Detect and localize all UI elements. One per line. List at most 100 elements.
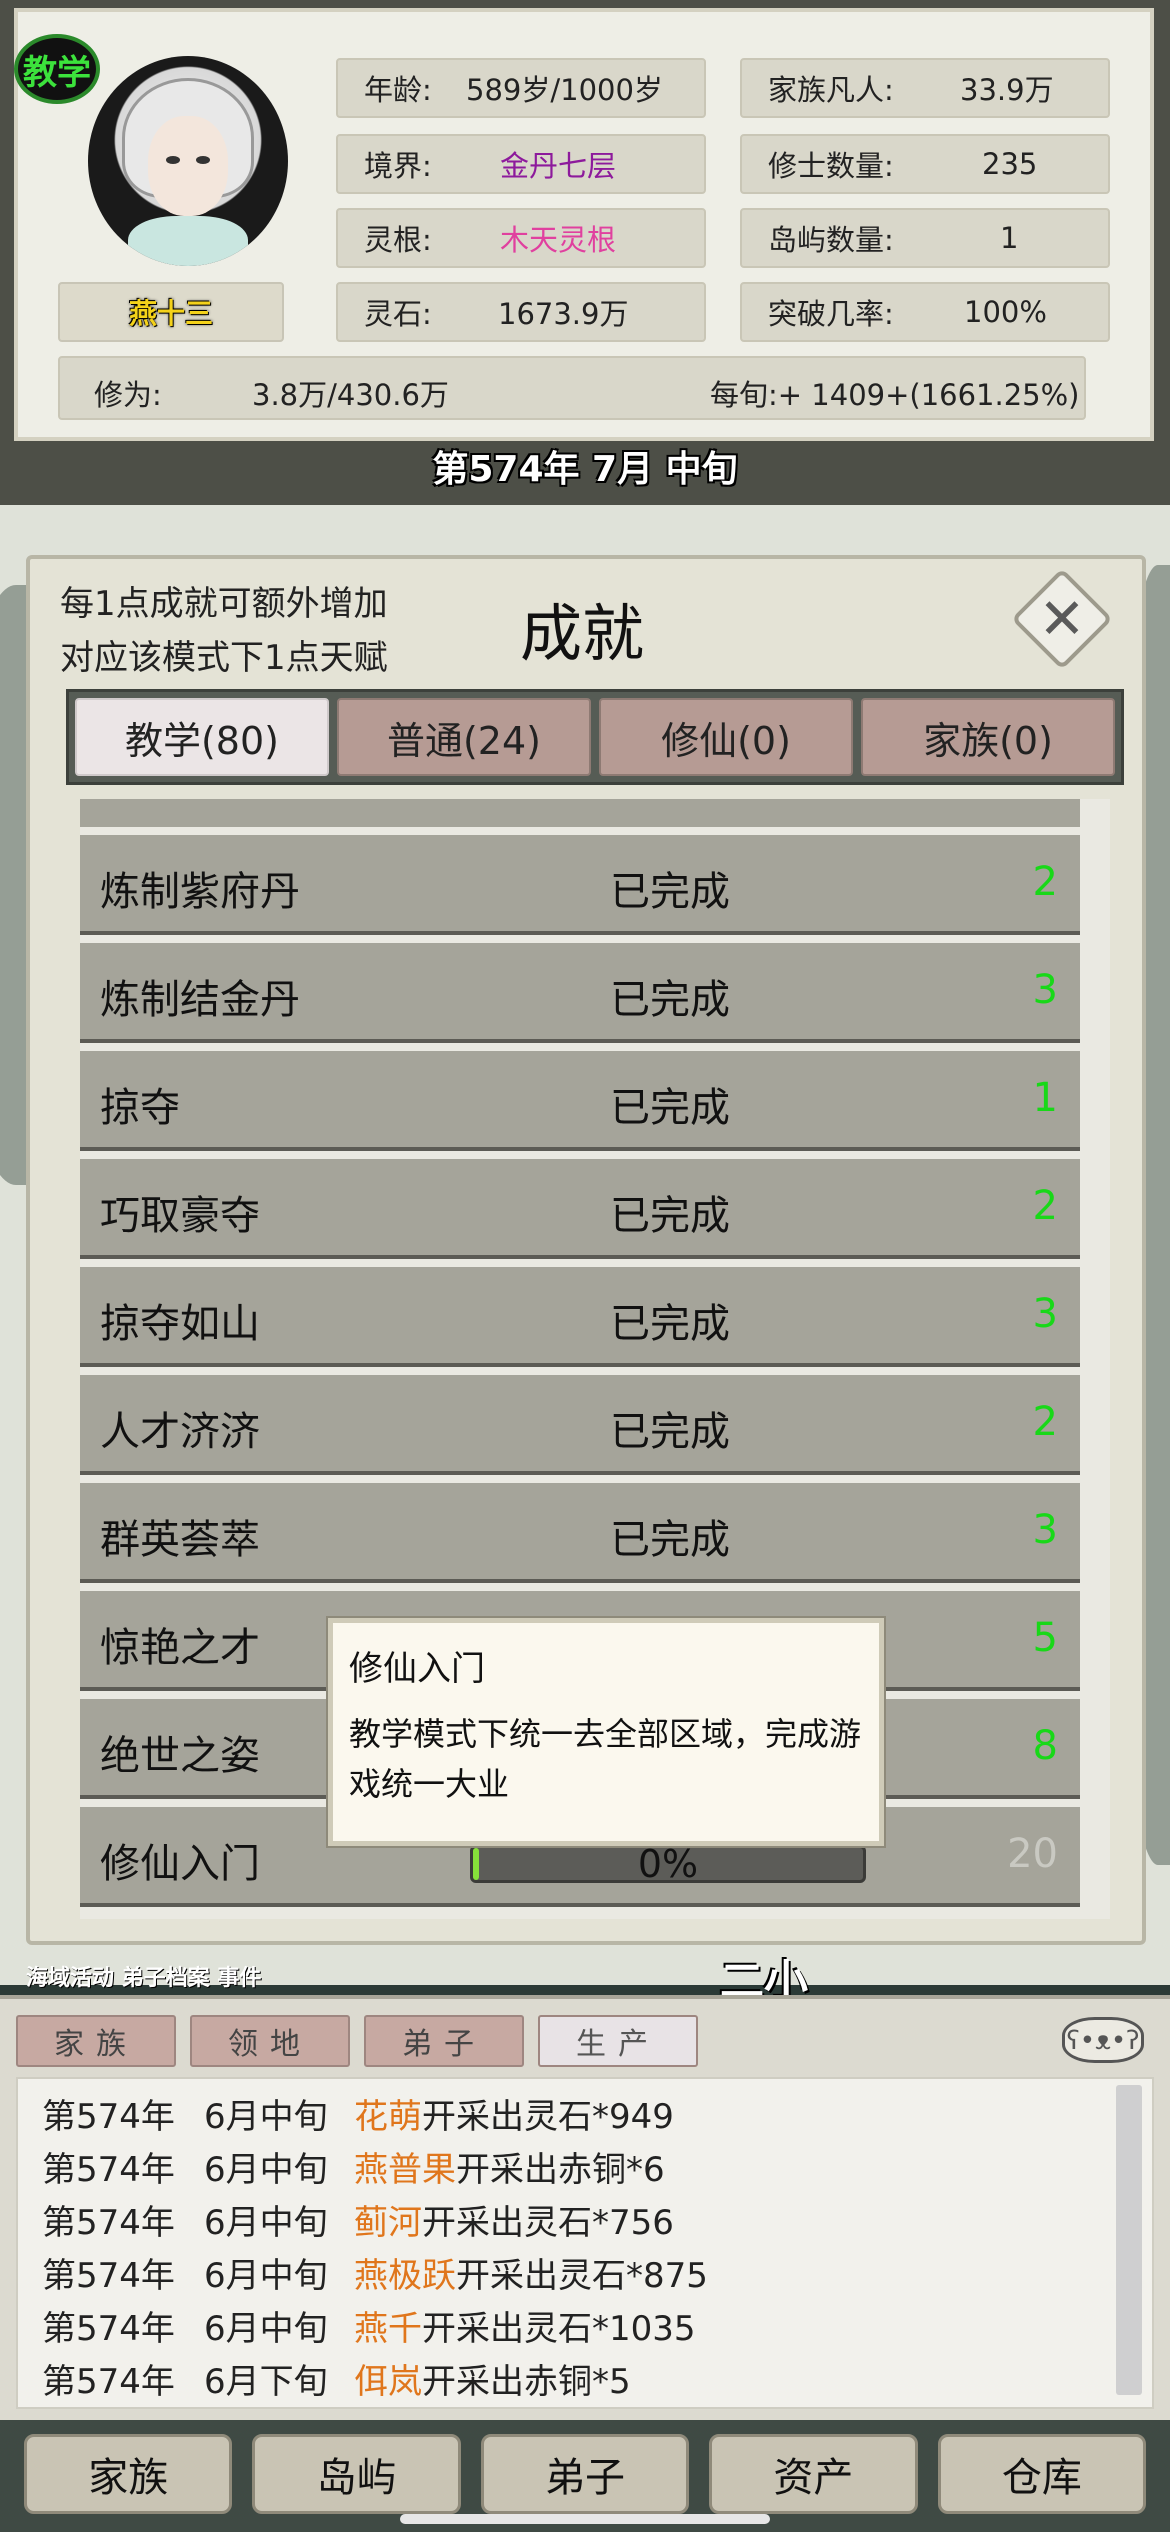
cultivation-label: 修为: (94, 378, 162, 412)
achievement-row[interactable]: 群英荟萃 已完成 3 (80, 1483, 1080, 1583)
achievement-row[interactable]: 人才济济 已完成 2 (80, 1375, 1080, 1475)
log-tab-production[interactable]: 生产 (538, 2015, 698, 2067)
nav-warehouse-button[interactable]: 仓库 (937, 2434, 1147, 2514)
per-period-gain: 每旬:+ 1409+(1661.25%) (710, 378, 1080, 412)
stat-mortals: 家族凡人: 33.9万 (740, 58, 1110, 118)
achievement-row[interactable]: 掠夺 已完成 1 (80, 1051, 1080, 1151)
achievement-name: 巧取豪夺 (100, 1193, 260, 1239)
log-period: 6月下旬 (204, 2362, 328, 2402)
achievement-row[interactable]: 炼制结金丹 已完成 3 (80, 943, 1080, 1043)
log-list[interactable]: 第574年 6月中旬 花萌开采出灵石*949 第574年 6月中旬 燕普果开采出赤铜*6… (16, 2077, 1154, 2409)
log-scrollbar[interactable] (1116, 2085, 1142, 2395)
character-avatar[interactable] (88, 56, 288, 266)
achievement-points: 5 (1032, 1615, 1058, 1661)
achievement-name: 群英荟萃 (100, 1517, 260, 1563)
log-actor: 燕千 (354, 2309, 422, 2349)
stat-breakthrough: 突破几率: 100% (740, 282, 1110, 342)
achievement-tabs: 教学(80) 普通(24) 修仙(0) 家族(0) (66, 689, 1124, 785)
avatar-eye-right (196, 156, 210, 164)
achievement-status: 已完成 (610, 977, 730, 1023)
log-period: 6月中旬 (204, 2309, 328, 2349)
tab-family[interactable]: 家族(0) (861, 698, 1115, 776)
log-year: 第574年 (42, 2203, 175, 2243)
achievement-name: 炼制紫府丹 (100, 869, 300, 915)
achievement-status: 已完成 (610, 1517, 730, 1563)
log-period: 6月中旬 (204, 2097, 328, 2137)
log-text: 开采出灵石*875 (456, 2256, 708, 2296)
stat-realm: 境界: 金丹七层 (336, 134, 706, 194)
mode-badge: 教学 (14, 34, 100, 104)
avatar-eye-left (166, 156, 180, 164)
achievement-name: 修仙入门 (100, 1841, 260, 1887)
stat-cultivators-label: 修士数量: (768, 149, 894, 183)
stat-spirit-root: 灵根: 木天灵根 (336, 208, 706, 268)
achievement-points: 2 (1032, 859, 1058, 905)
log-entry: 第574年 6月中旬 燕普果开采出赤铜*6 (42, 2142, 665, 2191)
stat-spirit-root-label: 灵根: (364, 223, 432, 257)
achievement-points: 2 (1032, 1399, 1058, 1445)
achievement-progress-bar: 0% (470, 1842, 866, 1886)
stat-spirit-stones-value: 1673.9万 (498, 297, 629, 331)
log-period: 6月中旬 (204, 2150, 328, 2190)
cultivation-value: 3.8万/430.6万 (252, 378, 449, 412)
stat-islands-label: 岛屿数量: (768, 223, 894, 257)
tab-cultivation[interactable]: 修仙(0) (599, 698, 853, 776)
stat-breakthrough-label: 突破几率: (768, 297, 894, 331)
log-actor: 花萌 (354, 2097, 422, 2137)
log-tabs: 家族 领地 弟子 生产 (16, 2015, 698, 2067)
game-date: 第574年 7月 中旬 (432, 449, 738, 490)
tab-teaching[interactable]: 教学(80) (75, 698, 329, 776)
avatar-robe (128, 216, 248, 266)
log-period: 6月中旬 (204, 2203, 328, 2243)
achievement-row[interactable]: 巧取豪夺 已完成 2 (80, 1159, 1080, 1259)
stat-breakthrough-value: 100% (964, 295, 1047, 329)
stat-islands-value: 1 (1000, 221, 1019, 255)
log-tab-territory[interactable]: 领地 (190, 2015, 350, 2067)
log-text: 开采出灵石*1035 (422, 2309, 696, 2349)
achievement-tooltip: 修仙入门 教学模式下统一去全部区域，完成游戏统一大业 (328, 1618, 884, 1846)
nav-islands-button[interactable]: 岛屿 (252, 2434, 461, 2514)
log-tab-family[interactable]: 家族 (16, 2015, 176, 2067)
log-year: 第574年 (42, 2309, 175, 2349)
koala-icon[interactable]: ʕ•ᴥ•ʔ (1062, 2017, 1144, 2063)
stat-spirit-root-value: 木天灵根 (500, 223, 617, 257)
avatar-face (148, 116, 228, 216)
log-text: 开采出灵石*756 (422, 2203, 674, 2243)
log-year: 第574年 (42, 2362, 175, 2402)
achievement-points: 1 (1032, 1075, 1058, 1121)
log-year: 第574年 (42, 2256, 175, 2296)
stat-age-value: 589岁/1000岁 (466, 73, 663, 107)
log-tab-disciples[interactable]: 弟子 (364, 2015, 524, 2067)
stat-realm-label: 境界: (364, 149, 432, 183)
map-activity-strip[interactable]: 海域活动 弟子档案 事件 (26, 1960, 261, 1992)
log-entry: 第574年 6月中旬 蓟河开采出灵石*756 (42, 2195, 674, 2244)
dialog-hint: 每1点成就可额外增加 对应该模式下1点天赋 (60, 577, 388, 685)
achievement-row[interactable]: 炼制紫府丹 已完成 2 (80, 835, 1080, 935)
log-actor: 燕极跃 (354, 2256, 456, 2296)
achievement-name: 掠夺如山 (100, 1301, 260, 1347)
log-text: 开采出灵石*949 (422, 2097, 674, 2137)
stat-spirit-stones-label: 灵石: (364, 297, 432, 331)
achievement-name: 绝世之姿 (100, 1733, 260, 1779)
nav-family-button[interactable]: 家族 (24, 2434, 233, 2514)
tooltip-title: 修仙入门 (349, 1649, 485, 1689)
progress-text: 0% (637, 1842, 699, 1886)
stat-islands: 岛屿数量: 1 (740, 208, 1110, 268)
log-entry: 第574年 6月下旬 佴岚开采出赤铜*5 (42, 2354, 631, 2403)
tooltip-description: 教学模式下统一去全部区域，完成游戏统一大业 (349, 1715, 862, 1803)
stat-age: 年龄: 589岁/1000岁 (336, 58, 706, 118)
achievement-row[interactable]: 掠夺如山 已完成 3 (80, 1267, 1080, 1367)
achievement-points: 8 (1032, 1723, 1058, 1769)
log-year: 第574年 (42, 2150, 175, 2190)
nav-disciples-button[interactable]: 弟子 (480, 2434, 690, 2514)
stat-cultivators: 修士数量: 235 (740, 134, 1110, 194)
achievement-points: 3 (1032, 1507, 1058, 1553)
achievement-name: 人才济济 (100, 1409, 260, 1455)
tab-normal[interactable]: 普通(24) (337, 698, 591, 776)
cultivation-bar: 修为: 3.8万/430.6万 每旬:+ 1409+(1661.25%) (58, 356, 1086, 420)
log-period: 6月中旬 (204, 2256, 328, 2296)
close-button[interactable]: ✕ (1011, 568, 1113, 670)
achievement-points: 2 (1032, 1183, 1058, 1229)
nav-assets-button[interactable]: 资产 (709, 2434, 918, 2514)
home-indicator[interactable] (400, 2514, 770, 2524)
